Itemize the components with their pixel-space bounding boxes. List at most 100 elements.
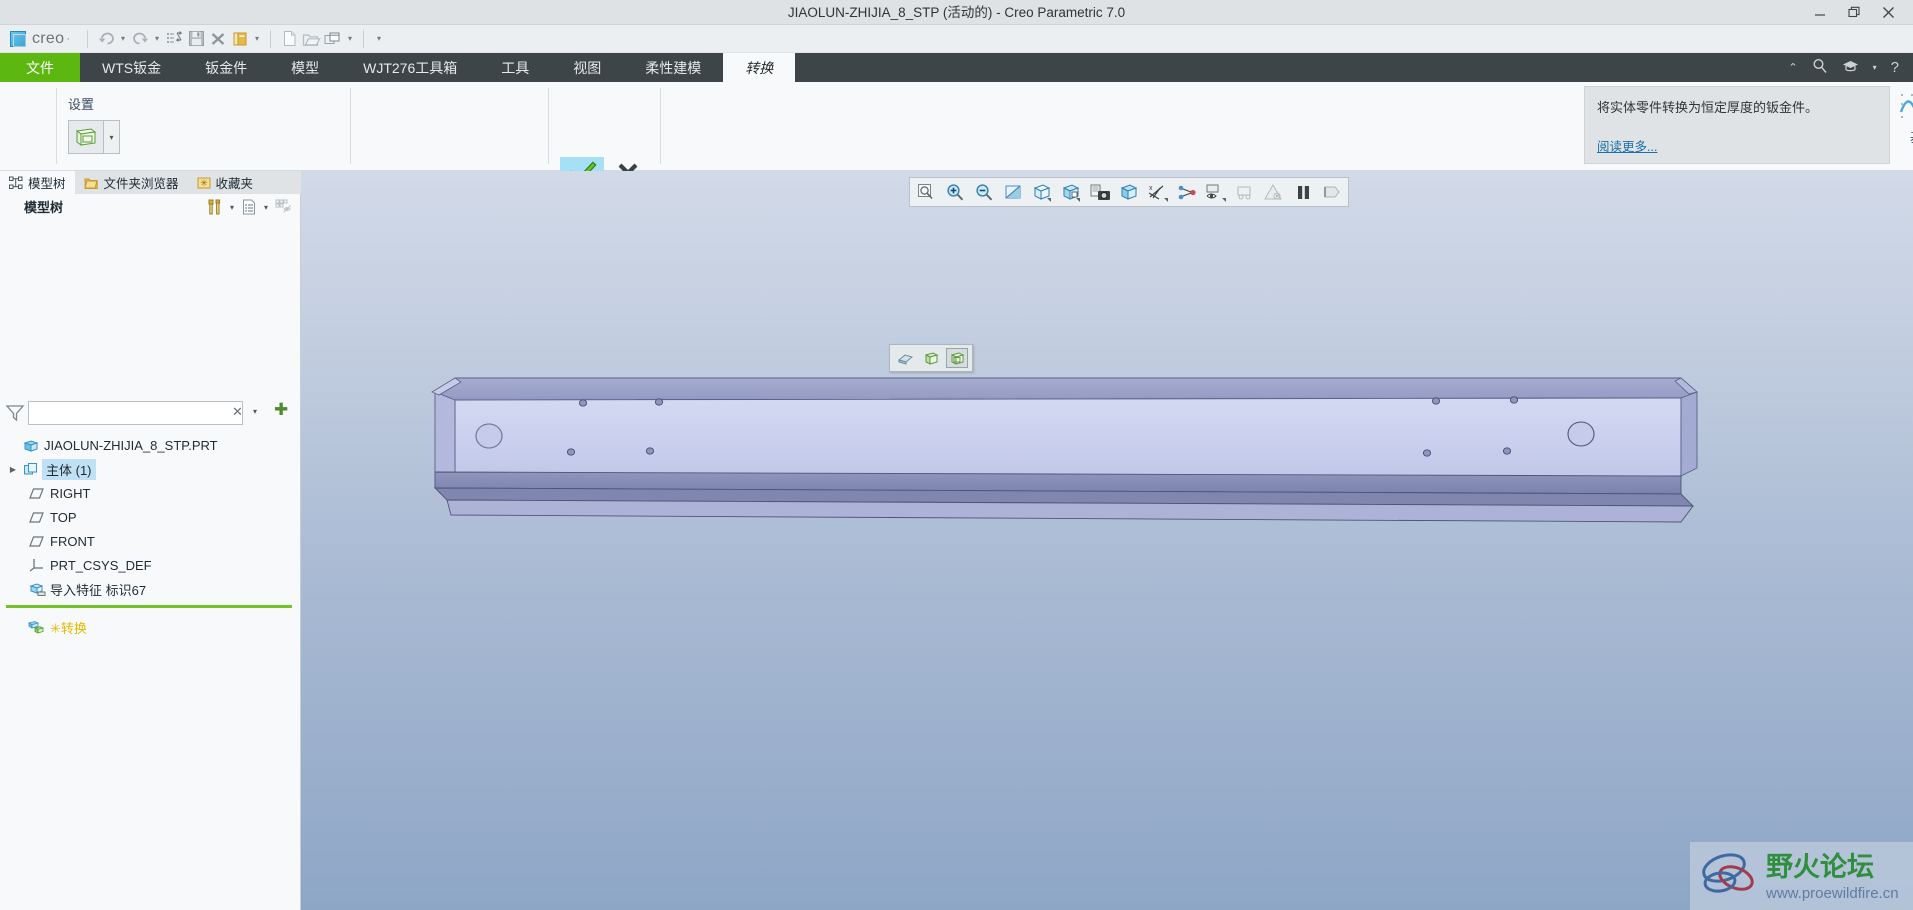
window-title: JIAOLUN-ZHIJIA_8_STP (活动的) - Creo Parame… [787, 5, 1126, 20]
tree-node-coordinate-system[interactable]: PRT_CSYS_DEF [0, 553, 301, 577]
creo-cube-icon [10, 30, 26, 47]
window-switch-button[interactable] [322, 28, 344, 50]
tree-node-top-plane[interactable]: TOP [0, 505, 301, 529]
nav-tab-folder-browser[interactable]: 文件夹浏览器 [75, 171, 188, 194]
minimize-button[interactable] [1803, 0, 1837, 25]
nav-tab-model-tree-label: 模型树 [28, 177, 66, 191]
tree-node-label: ✳转换 [50, 620, 87, 636]
search-icon[interactable] [1812, 58, 1828, 77]
sheet-metal-channel-bracket[interactable] [431, 376, 1701, 546]
graphics-toolbar: x [909, 177, 1349, 207]
flat-display-icon[interactable] [894, 348, 916, 368]
saved-orientations-icon[interactable] [1032, 182, 1052, 202]
zoom-in-icon[interactable] [945, 182, 965, 202]
command-help-box: 将实体零件转换为恒定厚度的钣金件。 阅读更多... [1584, 86, 1890, 164]
tab-wjt276-toolbox[interactable]: WJT276工具箱 [341, 53, 479, 82]
annotation-display-icon[interactable] [1177, 182, 1197, 202]
tree-tools-icon[interactable] [206, 197, 224, 217]
collapse-ribbon-icon[interactable]: ⌃ [1788, 61, 1797, 74]
tab-model[interactable]: 模型 [269, 53, 341, 82]
tab-flexible-modeling[interactable]: 柔性建模 [623, 53, 723, 82]
save-button[interactable] [185, 28, 207, 50]
settings-dropdown-caret[interactable]: ▾ [103, 121, 119, 153]
learning-connector-icon[interactable] [1842, 59, 1859, 77]
undo-dropdown[interactable]: ▾ [117, 28, 129, 50]
insert-here-line [6, 605, 292, 608]
nav-tab-model-tree[interactable]: 模型树 [0, 171, 75, 194]
zoom-out-icon[interactable] [974, 182, 994, 202]
open-file-button[interactable] [300, 28, 322, 50]
left-navigator-panel: 模型树 文件夹浏览器 ✳ 收藏夹 模型树 ▾ ▾ ✕ ▾ ✚ JIAOLUN-Z… [0, 171, 301, 910]
creo-wordmark: creo [32, 29, 65, 47]
datum-plane-icon [26, 535, 48, 548]
tab-wts-sheetmetal[interactable]: WTS钣金 [80, 53, 183, 82]
ribbon-tab-bar: 文件 WTS钣金 钣金件 模型 WJT276工具箱 工具 视图 柔性建模 转换 … [0, 53, 1913, 82]
tab-file[interactable]: 文件 [0, 53, 80, 82]
capture-image-icon[interactable] [1090, 182, 1110, 202]
tree-node-front-plane[interactable]: FRONT [0, 529, 301, 553]
navigator-tabs: 模型树 文件夹浏览器 ✳ 收藏夹 [0, 171, 301, 194]
redo-dropdown[interactable]: ▾ [151, 28, 163, 50]
tree-filter-clear-icon[interactable]: ✕ [232, 404, 243, 420]
filter-icon [5, 405, 25, 422]
tree-filter-off-icon[interactable] [274, 197, 292, 217]
tab-sheetmetal[interactable]: 钣金件 [183, 53, 269, 82]
tab-view[interactable]: 视图 [551, 53, 623, 82]
datum-plane-icon [26, 487, 48, 500]
view-manager-icon[interactable] [1061, 182, 1081, 202]
customize-qat-dropdown[interactable]: ▾ [371, 28, 387, 50]
tab-tools[interactable]: 工具 [479, 53, 551, 82]
render-icon[interactable] [1264, 182, 1284, 202]
graphics-viewport[interactable]: x 野火论坛 www.proewildfire.cn [301, 171, 1913, 910]
display-style-icon[interactable] [1119, 182, 1139, 202]
repaint-icon[interactable] [1003, 182, 1023, 202]
new-file-button[interactable] [278, 28, 300, 50]
tree-display-icon[interactable] [240, 197, 258, 217]
tree-filter-input[interactable] [28, 401, 243, 425]
tree-filter-add-icon[interactable]: ✚ [274, 401, 288, 418]
tree-node-import-feature[interactable]: 导入特征 标识67 [0, 577, 301, 601]
tree-node-label: 主体 (1) [42, 458, 96, 480]
window-switch-dropdown[interactable]: ▾ [344, 28, 356, 50]
folder-browser-icon [83, 178, 98, 189]
datum-display-filters-icon[interactable]: x [1148, 182, 1168, 202]
tree-node-convert-feature[interactable]: ✳转换 [0, 615, 301, 639]
datum-plane-icon [26, 511, 48, 524]
close-button[interactable] [1871, 0, 1905, 25]
pause-icon[interactable] [1293, 182, 1313, 202]
perspective-view-icon[interactable] [1235, 182, 1255, 202]
datum-dropdown-caret[interactable]: ▾ [1898, 158, 1913, 167]
layer-icon[interactable] [1322, 182, 1342, 202]
tree-node-bodies[interactable]: ▶ 主体 (1) [0, 457, 301, 481]
shaded-with-edges-icon[interactable] [946, 348, 968, 368]
tree-node-right-plane[interactable]: RIGHT [0, 481, 301, 505]
nav-tab-favorites[interactable]: ✳ 收藏夹 [188, 171, 263, 194]
help-dropdown-caret[interactable]: ▾ [1873, 63, 1877, 72]
open-recent-dropdown[interactable]: ▾ [251, 28, 263, 50]
tree-display-dropdown[interactable]: ▾ [261, 197, 271, 217]
shaded-display-icon[interactable] [920, 348, 942, 368]
redo-button[interactable] [129, 28, 151, 50]
tree-node-label: 导入特征 标识67 [50, 582, 147, 598]
settings-button[interactable]: ▾ [68, 120, 120, 154]
restore-button[interactable] [1837, 0, 1871, 25]
qat-divider-2 [270, 29, 271, 48]
title-bar: JIAOLUN-ZHIJIA_8_STP (活动的) - Creo Parame… [0, 0, 1913, 25]
tree-filter-dropdown[interactable]: ▾ [253, 407, 257, 416]
tree-node-part[interactable]: JIAOLUN-ZHIJIA_8_STP.PRT [0, 433, 301, 457]
regenerate-button[interactable] [163, 28, 185, 50]
read-more-link[interactable]: 阅读更多... [1597, 136, 1657, 155]
tree-node-label: TOP [50, 509, 77, 525]
undo-button[interactable] [95, 28, 117, 50]
close-document-button[interactable] [207, 28, 229, 50]
tab-convert[interactable]: 转换 [723, 53, 796, 82]
tree-expander-icon[interactable]: ▶ [6, 465, 20, 474]
tree-tools-dropdown[interactable]: ▾ [227, 197, 237, 217]
open-recent-button[interactable] [229, 28, 251, 50]
datum-curve-icon[interactable] [1898, 90, 1913, 122]
tree-node-label: FRONT [50, 533, 95, 549]
refit-icon[interactable] [916, 182, 936, 202]
spin-center-icon[interactable] [1206, 182, 1226, 202]
help-icon[interactable]: ? [1891, 59, 1899, 76]
creo-registered-mark: · [66, 32, 70, 45]
